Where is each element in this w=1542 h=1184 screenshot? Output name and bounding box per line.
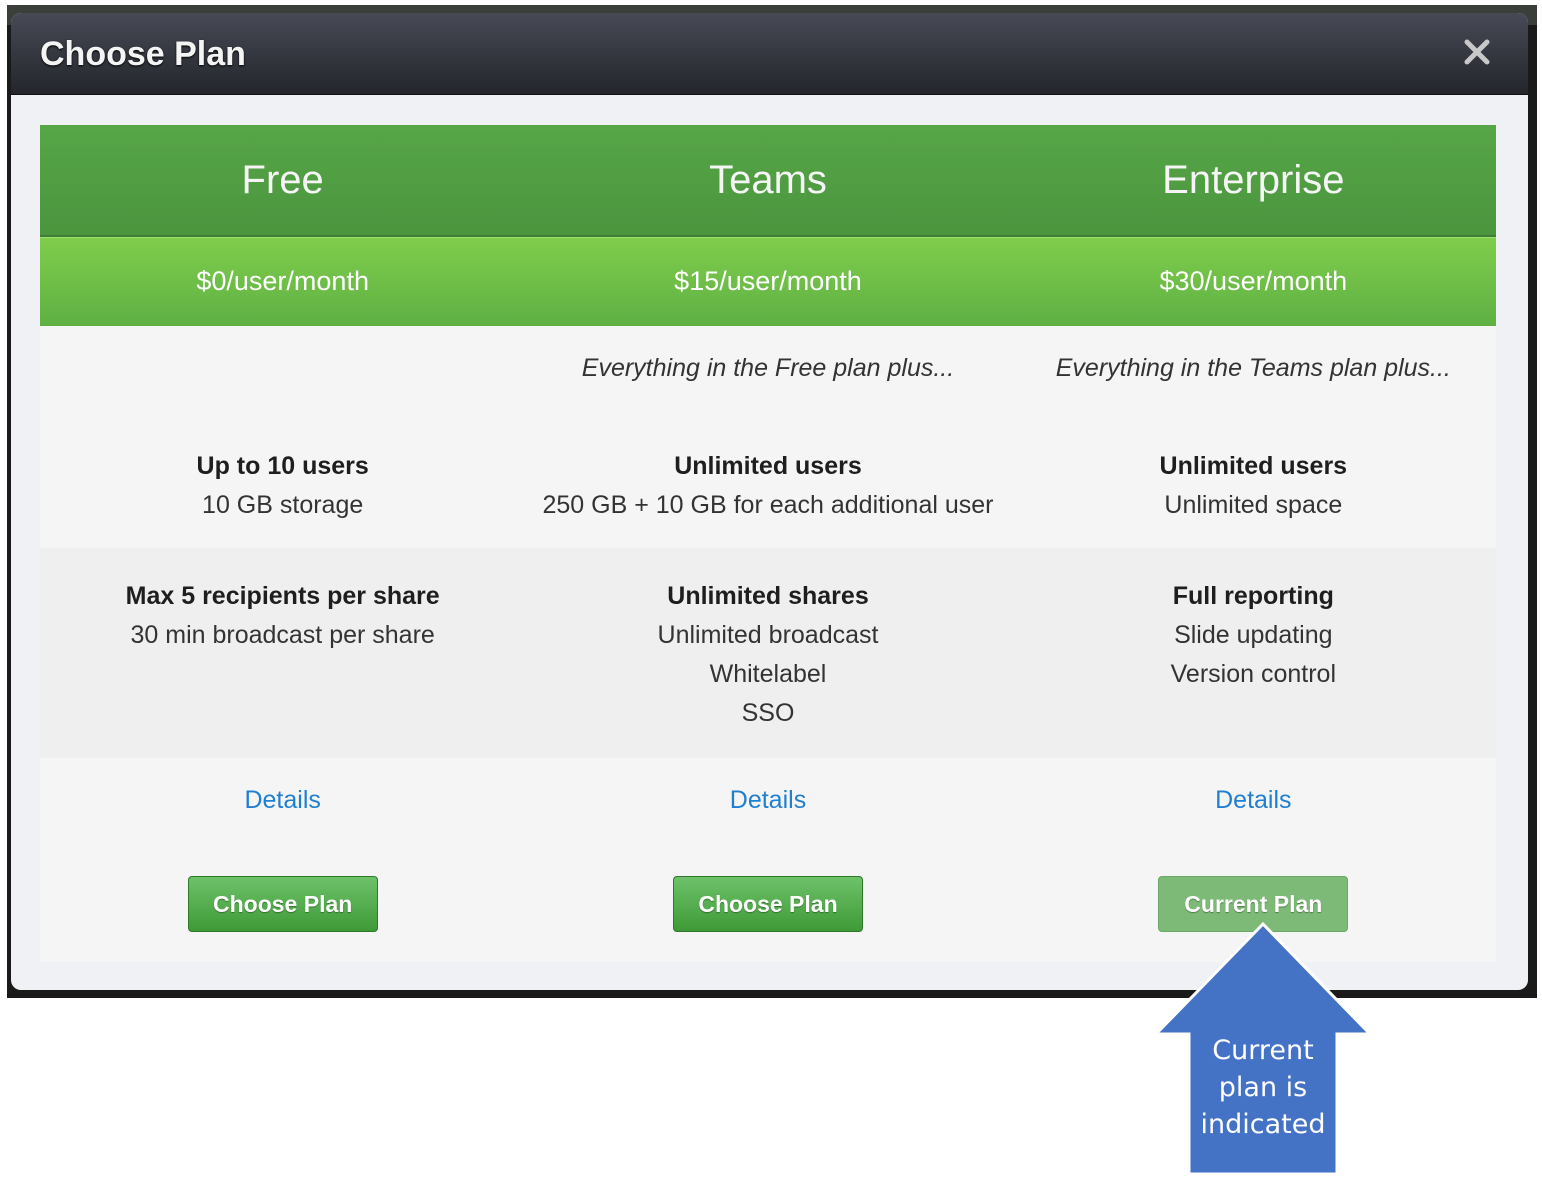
choose-plan-button-teams[interactable]: Choose Plan	[672, 876, 863, 932]
storage-limit: Unlimited space	[1164, 491, 1343, 519]
plan-intro-enterprise: Everything in the Teams plan plus...	[1055, 354, 1451, 382]
plan-intro-free	[40, 326, 525, 418]
plan-name-free: Free	[241, 158, 324, 202]
plan-comparison-table: Free Teams Enterprise $0/user/month $15/…	[40, 125, 1496, 962]
details-link-teams[interactable]: Details	[730, 786, 806, 814]
plan-share-teams: Unlimited shares Unlimited broadcast Whi…	[525, 548, 1010, 758]
plan-price-row: $0/user/month $15/user/month $30/user/mo…	[40, 237, 1496, 326]
choose-plan-button-free[interactable]: Choose Plan	[187, 876, 378, 932]
storage-limit: 10 GB storage	[202, 491, 364, 519]
plan-share-row: Max 5 recipients per share 30 min broadc…	[40, 548, 1496, 758]
plan-users-row: Up to 10 users 10 GB storage Unlimited u…	[40, 418, 1496, 548]
plan-name-row: Free Teams Enterprise	[40, 125, 1496, 237]
share-feature: Unlimited broadcast	[657, 621, 879, 649]
annotation-text: Current plan is indicated	[1188, 1032, 1338, 1143]
plan-price-free: $0/user/month	[196, 266, 369, 296]
plan-details-row: Details Details Details	[40, 758, 1496, 858]
plan-name-teams: Teams	[709, 158, 827, 202]
share-feature: SSO	[741, 699, 795, 727]
plan-price-enterprise: $30/user/month	[1159, 266, 1348, 296]
details-link-enterprise[interactable]: Details	[1215, 786, 1291, 814]
annotation-line: Current	[1212, 1035, 1314, 1066]
plan-intro-teams: Everything in the Free plan plus...	[581, 354, 955, 382]
share-feature-title: Unlimited shares	[667, 582, 869, 610]
plan-intro-row: Everything in the Free plan plus... Ever…	[40, 326, 1496, 418]
plan-users-teams: Unlimited users 250 GB + 10 GB for each …	[525, 418, 1010, 548]
share-feature: 30 min broadcast per share	[130, 621, 435, 649]
close-button[interactable]	[1462, 35, 1492, 69]
share-feature: Whitelabel	[709, 660, 827, 688]
storage-limit: 250 GB + 10 GB for each additional user	[542, 491, 994, 519]
plan-users-enterprise: Unlimited users Unlimited space	[1011, 418, 1496, 548]
plan-price-teams: $15/user/month	[674, 266, 862, 296]
plan-share-free: Max 5 recipients per share 30 min broadc…	[40, 548, 525, 758]
plan-name-enterprise: Enterprise	[1162, 158, 1345, 202]
modal-header: Choose Plan	[11, 13, 1528, 95]
annotation-line: plan is	[1218, 1072, 1308, 1103]
modal-title: Choose Plan	[40, 35, 246, 73]
users-limit: Up to 10 users	[196, 452, 369, 480]
close-icon	[1464, 39, 1490, 65]
share-feature-title: Full reporting	[1172, 582, 1334, 610]
details-link-free[interactable]: Details	[244, 786, 320, 814]
choose-plan-modal: Choose Plan Free Teams Enterprise $0/use…	[11, 13, 1528, 990]
users-limit: Unlimited users	[1159, 452, 1348, 480]
share-feature: Slide updating	[1174, 621, 1333, 649]
annotation-callout: Current plan is indicated	[1154, 922, 1372, 1176]
plan-share-enterprise: Full reporting Slide updating Version co…	[1011, 548, 1496, 758]
plan-users-free: Up to 10 users 10 GB storage	[40, 418, 525, 548]
annotation-line: indicated	[1200, 1109, 1326, 1140]
users-limit: Unlimited users	[674, 452, 862, 480]
share-feature-title: Max 5 recipients per share	[125, 582, 440, 610]
share-feature: Version control	[1170, 660, 1336, 688]
